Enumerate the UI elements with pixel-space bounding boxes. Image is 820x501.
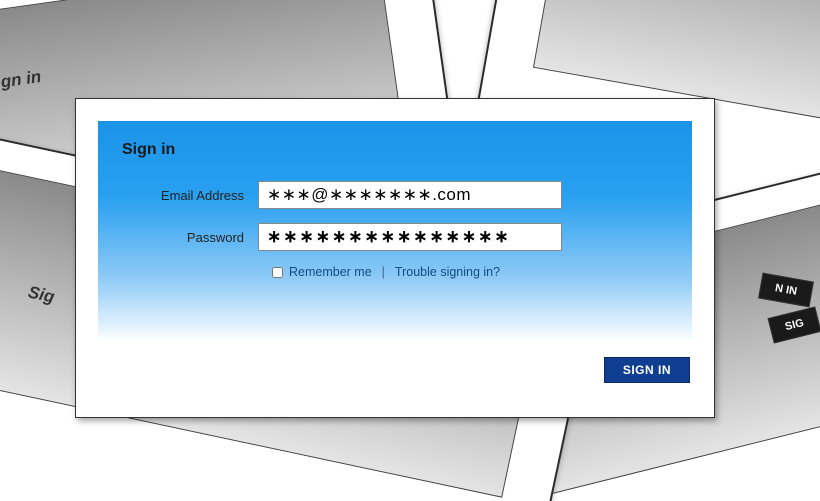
- password-field[interactable]: [258, 223, 562, 251]
- remember-me-label: Remember me: [289, 265, 372, 279]
- email-label: Email Address: [122, 188, 258, 203]
- signin-button[interactable]: SIGN IN: [604, 357, 690, 383]
- email-field[interactable]: [258, 181, 562, 209]
- remember-me-checkbox[interactable]: [272, 267, 283, 278]
- options-row: Remember me | Trouble signing in?: [272, 265, 668, 279]
- panel-title: Sign in: [122, 141, 668, 159]
- signin-panel: Sign in Email Address Password Remember …: [98, 121, 692, 339]
- email-row: Email Address: [122, 181, 668, 209]
- password-label: Password: [122, 230, 258, 245]
- password-row: Password: [122, 223, 668, 251]
- signin-card: Sign in Email Address Password Remember …: [75, 98, 715, 418]
- trouble-signing-in-link[interactable]: Trouble signing in?: [395, 265, 500, 279]
- signin-button-area: SIGN IN: [98, 357, 692, 383]
- options-divider: |: [382, 265, 385, 279]
